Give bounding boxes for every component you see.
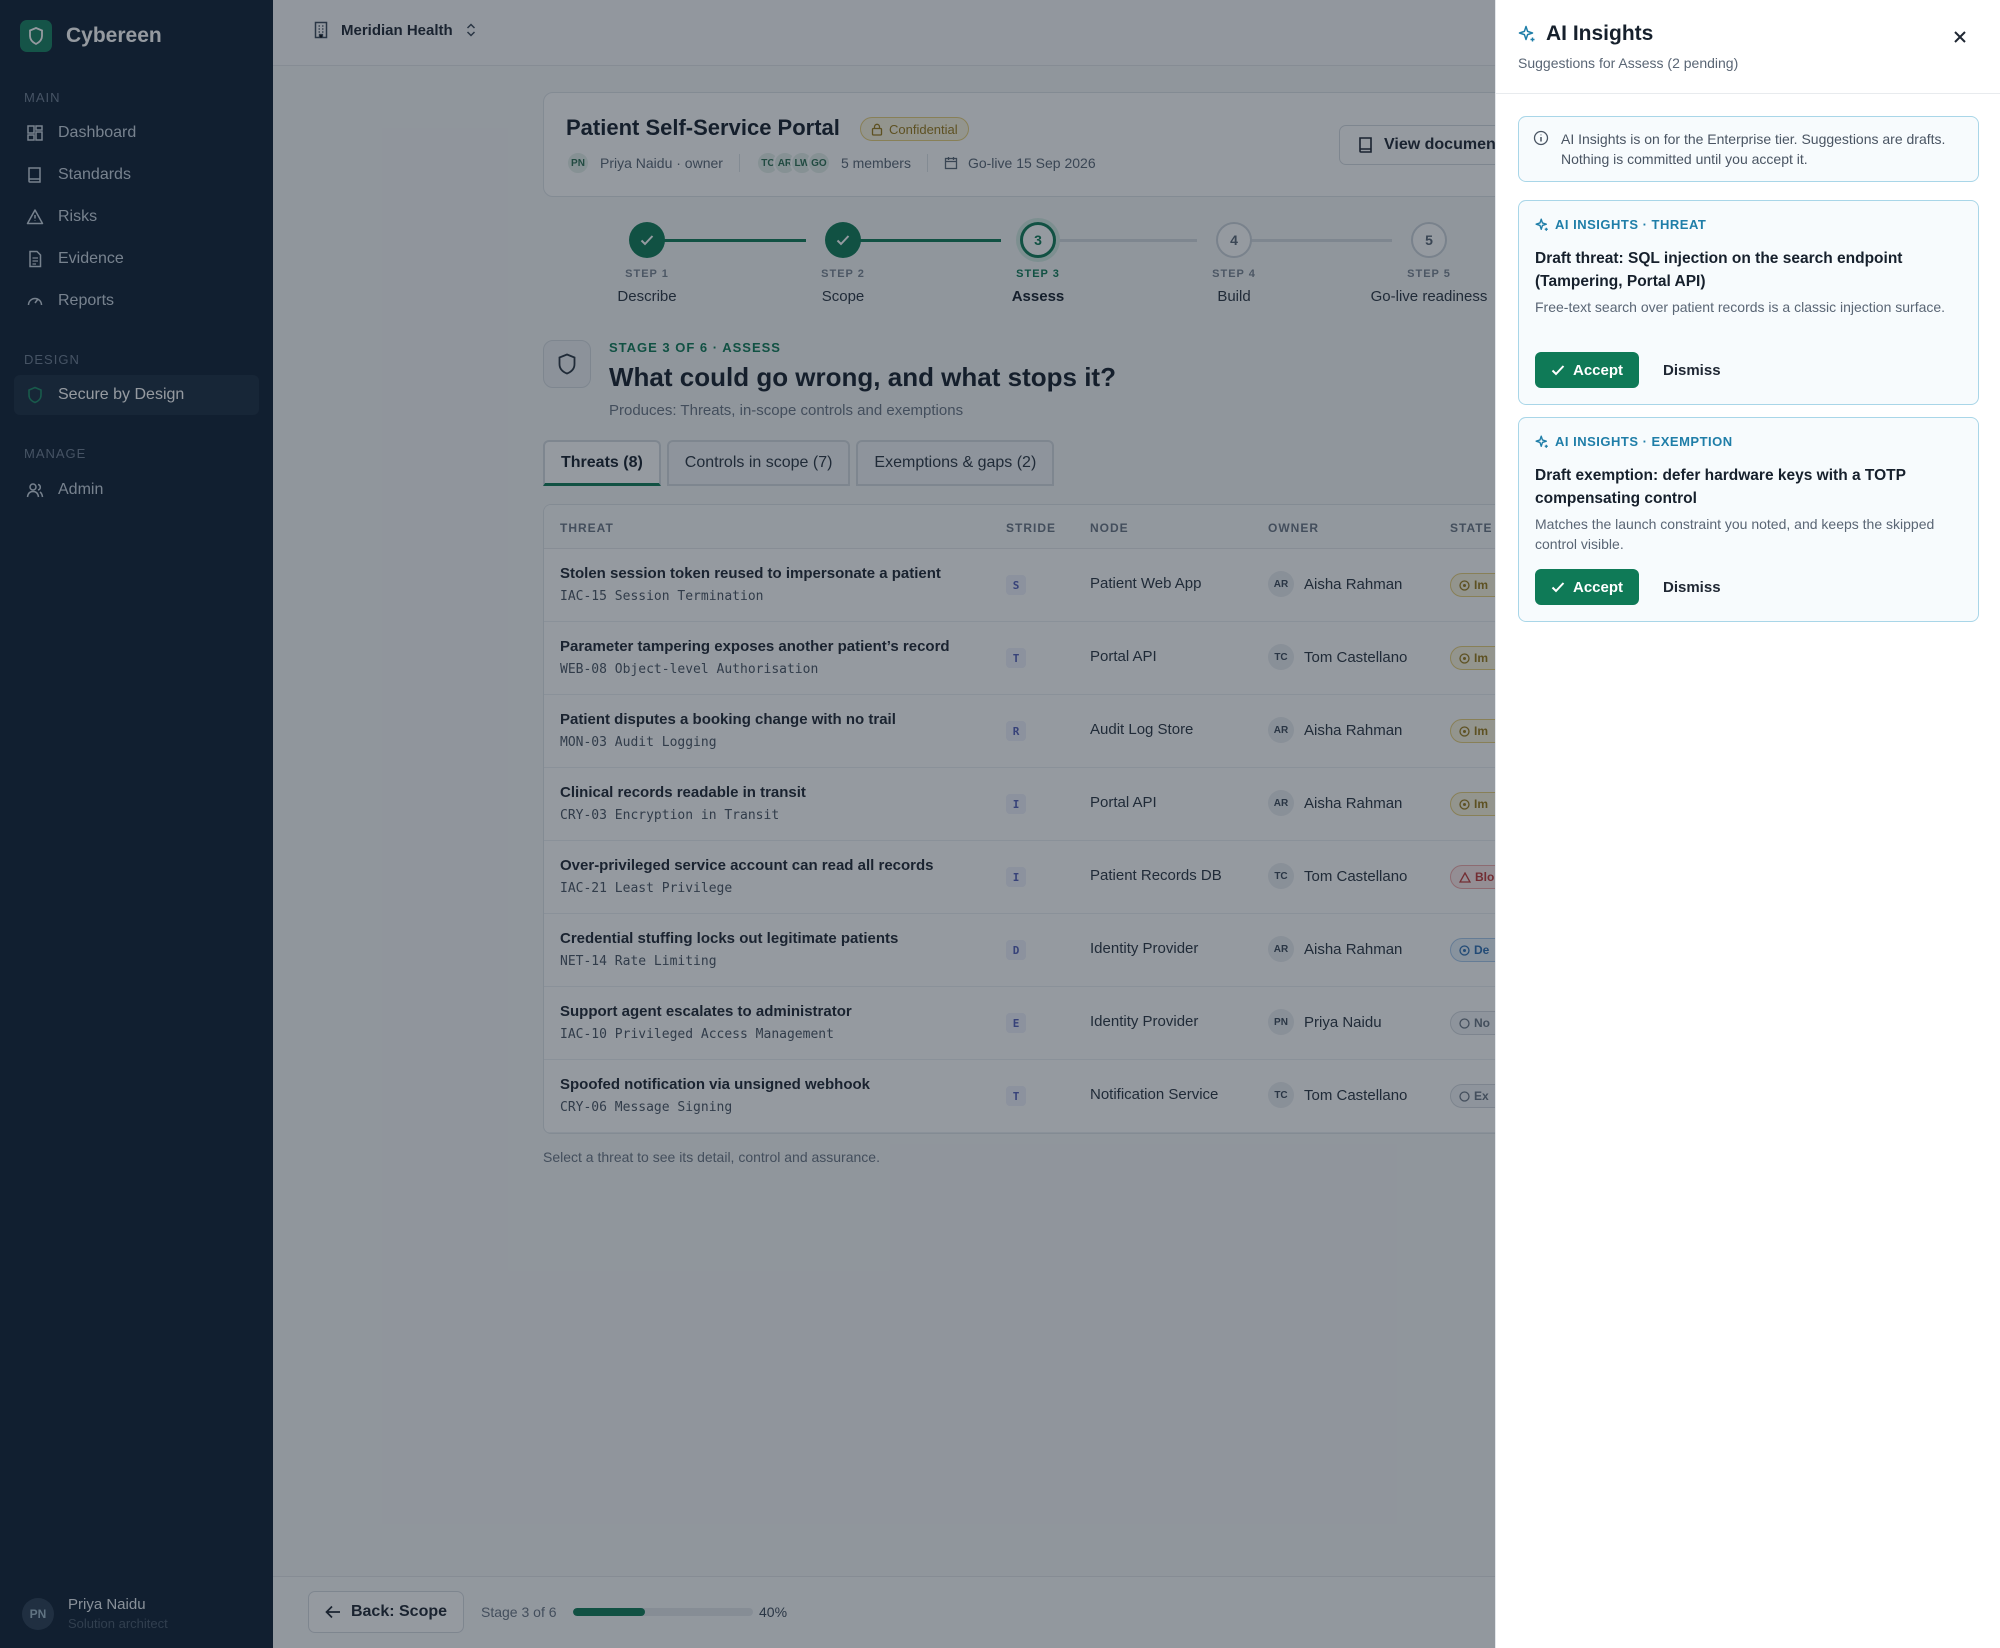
close-icon: [1954, 31, 1966, 43]
info-icon: [1533, 130, 1549, 146]
drawer-title: AI Insights: [1518, 22, 1653, 46]
drawer-subtitle: Suggestions for Assess (2 pending): [1518, 55, 1739, 71]
accept-label: Accept: [1572, 361, 1624, 379]
ai-info-notice: AI Insights is on for the Enterprise tie…: [1518, 116, 1979, 182]
drawer-title-text: AI Insights: [1546, 22, 1654, 45]
suggestion-kicker-text: AI INSIGHTS · EXEMPTION: [1555, 434, 1733, 449]
dismiss-button[interactable]: Dismiss: [1653, 569, 1731, 605]
close-button[interactable]: [1948, 25, 1972, 49]
suggestion-body: Matches the launch constraint you noted,…: [1535, 516, 1935, 552]
suggestion-card: AI INSIGHTS · EXEMPTION Draft exemption:…: [1518, 417, 1979, 622]
suggestion-kicker: AI INSIGHTS · THREAT: [1535, 217, 1706, 232]
check-icon: [1551, 582, 1565, 593]
check-icon: [1551, 365, 1565, 376]
ai-insights-drawer: AI Insights Suggestions for Assess (2 pe…: [1495, 0, 2000, 1648]
info-text: AI Insights is on for the Enterprise tie…: [1561, 131, 1946, 167]
drawer-header: AI Insights Suggestions for Assess (2 pe…: [1496, 0, 2000, 94]
accept-button[interactable]: Accept: [1535, 569, 1639, 605]
sparkle-icon: [1535, 217, 1548, 231]
suggestion-card: AI INSIGHTS · THREAT Draft threat: SQL i…: [1518, 200, 1979, 405]
modal-backdrop[interactable]: [0, 0, 1495, 1648]
sparkle-icon: [1535, 434, 1548, 448]
suggestion-kicker: AI INSIGHTS · EXEMPTION: [1535, 434, 1733, 449]
suggestion-body: Free-text search over patient records is…: [1535, 299, 1946, 315]
accept-button[interactable]: Accept: [1535, 352, 1639, 388]
suggestion-title: Draft exemption: defer hardware keys wit…: [1535, 467, 1906, 507]
dismiss-button[interactable]: Dismiss: [1653, 352, 1731, 388]
suggestion-title: Draft threat: SQL injection on the searc…: [1535, 250, 1903, 290]
sparkle-icon: [1518, 25, 1535, 42]
suggestion-kicker-text: AI INSIGHTS · THREAT: [1555, 217, 1707, 232]
accept-label: Accept: [1572, 578, 1624, 596]
